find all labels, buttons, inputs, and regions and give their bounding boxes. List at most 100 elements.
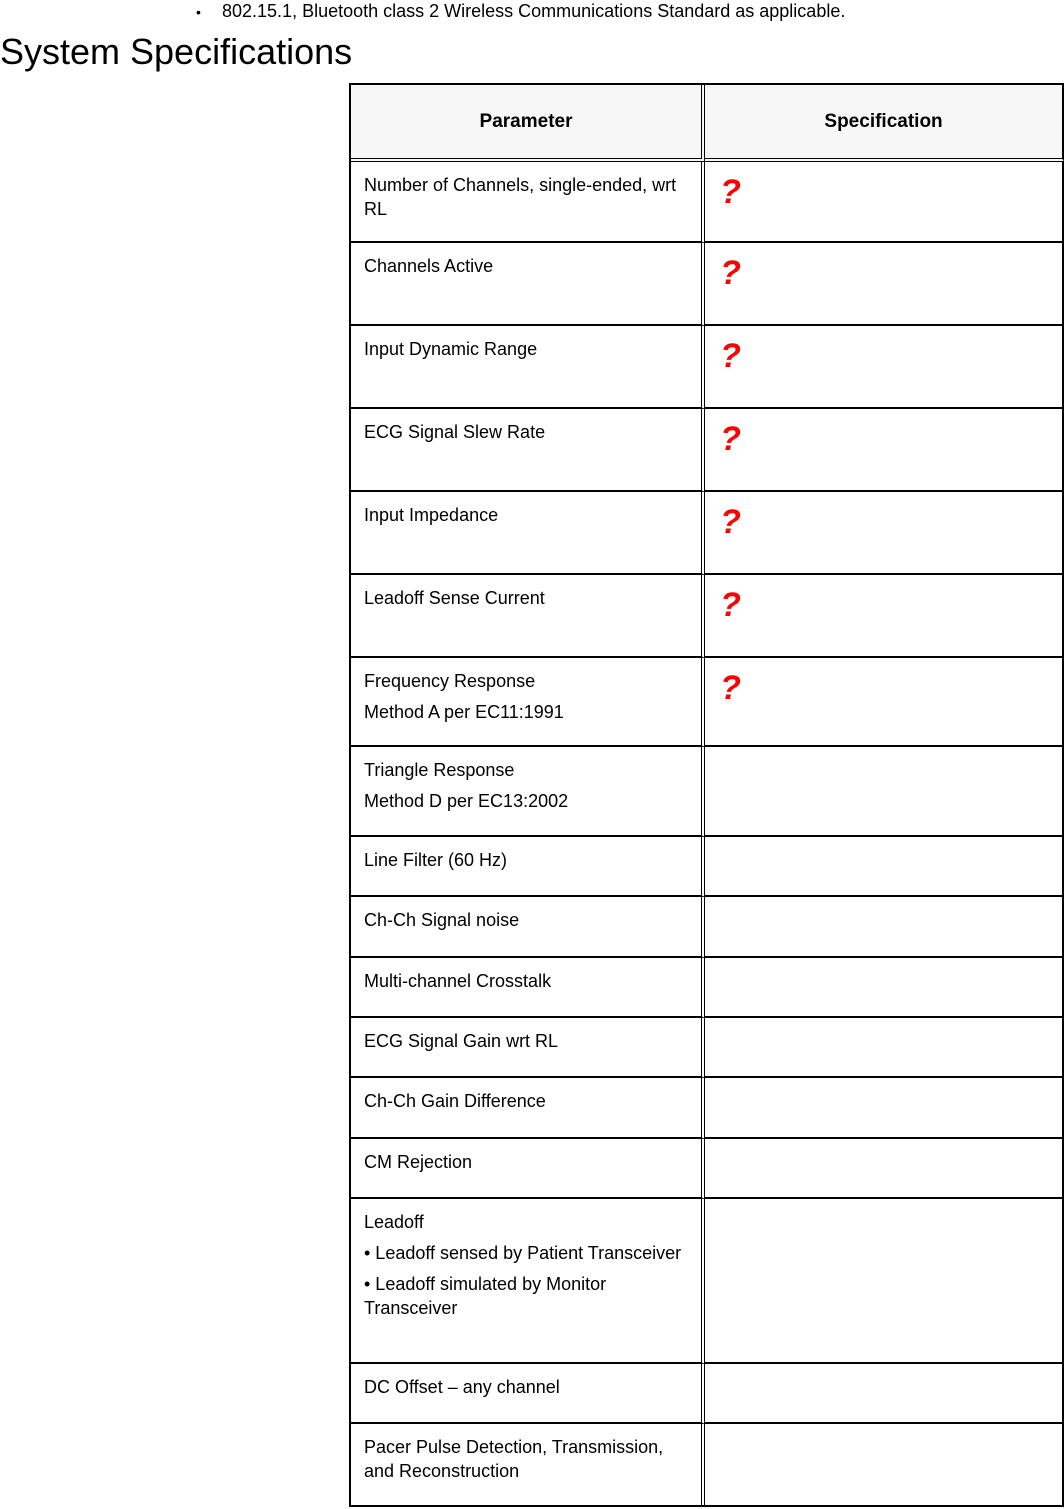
parameter-cell: Frequency Response Method A per EC11:1991: [351, 658, 706, 747]
parameter-name: CM Rejection: [364, 1152, 473, 1172]
parameter-cell: Ch-Ch Signal noise: [351, 897, 706, 958]
parameter-name: Ch-Ch Gain Difference: [364, 1091, 546, 1111]
table-row: Leadoff Sense Current?: [351, 575, 1064, 658]
parameter-cell: Number of Channels, single-ended, wrt RL: [351, 162, 706, 243]
parameter-text: ECG Signal Slew Rate: [351, 409, 701, 444]
parameter-text: ECG Signal Gain wrt RL: [351, 1018, 701, 1053]
table-row: Ch-Ch Gain Difference: [351, 1078, 1064, 1139]
parameter-text: Ch-Ch Signal noise: [351, 897, 701, 932]
parameter-cell: Leadoff Sense Current: [351, 575, 706, 658]
parameter-name: DC Offset – any channel: [364, 1377, 560, 1397]
parameter-text: DC Offset – any channel: [351, 1364, 701, 1399]
parameter-text: Ch-Ch Gain Difference: [351, 1078, 701, 1113]
parameter-name: Triangle Response: [364, 760, 515, 780]
parameter-cell: ECG Signal Gain wrt RL: [351, 1018, 706, 1078]
system-specifications-table: Parameter Specification Number of Channe…: [349, 83, 1064, 1507]
parameter-cell: Input Dynamic Range: [351, 326, 706, 409]
table-header-row: Parameter Specification: [351, 85, 1064, 162]
table-row: Multi-channel Crosstalk: [351, 958, 1064, 1018]
parameter-name: Ch-Ch Signal noise: [364, 910, 520, 930]
table-row: ECG Signal Slew Rate?: [351, 409, 1064, 492]
parameter-name: ECG Signal Slew Rate: [364, 422, 546, 442]
specification-cell: [705, 1424, 1064, 1505]
specification-cell: [705, 1199, 1064, 1364]
table-row: Leadoff • Leadoff sensed by Patient Trans…: [351, 1199, 1064, 1364]
specification-cell: ?: [705, 326, 1064, 409]
parameter-text: Input Dynamic Range: [351, 326, 701, 361]
table-row: DC Offset – any channel: [351, 1364, 1064, 1424]
parameter-name: Line Filter (60 Hz): [364, 850, 508, 870]
parameter-name: Multi-channel Crosstalk: [364, 971, 552, 991]
specification-cell: [705, 1018, 1064, 1078]
parameter-text: Multi-channel Crosstalk: [351, 958, 701, 993]
parameter-cell: CM Rejection: [351, 1139, 706, 1199]
specification-cell: ?: [705, 162, 1064, 243]
parameter-name: ECG Signal Gain wrt RL: [364, 1031, 559, 1051]
parameter-cell: Pacer Pulse Detection, Transmission, and…: [351, 1424, 706, 1505]
table-row: Triangle Response Method D per EC13:2002: [351, 747, 1064, 837]
parameter-cell: Line Filter (60 Hz): [351, 837, 706, 897]
table-row: Input Impedance?: [351, 492, 1064, 575]
parameter-cell: ECG Signal Slew Rate: [351, 409, 706, 492]
specification-cell: [705, 837, 1064, 897]
specification-cell: ?: [705, 409, 1064, 492]
parameter-text: CM Rejection: [351, 1139, 701, 1174]
table-row: Channels Active?: [351, 243, 1064, 326]
parameter-detail: Method D per EC13:2002: [364, 791, 569, 811]
parameter-text: Number of Channels, single-ended, wrt RL: [351, 162, 701, 221]
parameter-text: Leadoff Sense Current: [351, 575, 701, 610]
parameter-text: Triangle Response Method D per EC13:2002: [351, 747, 701, 813]
parameter-cell: Input Impedance: [351, 492, 706, 575]
parameter-name: Number of Channels, single-ended, wrt RL: [364, 175, 677, 219]
specification-cell: ?: [705, 492, 1064, 575]
question-mark-icon: ?: [720, 503, 741, 541]
question-mark-icon: ?: [720, 669, 741, 707]
specification-cell: [705, 958, 1064, 1018]
question-mark-icon: ?: [720, 337, 741, 375]
parameter-name: Leadoff: [364, 1212, 424, 1232]
parameter-cell: Triangle Response Method D per EC13:2002: [351, 747, 706, 837]
specification-cell: ?: [705, 575, 1064, 658]
parameter-text: Leadoff • Leadoff sensed by Patient Trans…: [351, 1199, 701, 1320]
question-mark-icon: ?: [720, 254, 741, 292]
question-mark-icon: ?: [720, 420, 741, 458]
bullet-marker: •: [196, 4, 201, 20]
parameter-text: Frequency Response Method A per EC11:1991: [351, 658, 701, 724]
table-row: Frequency Response Method A per EC11:1991…: [351, 658, 1064, 747]
parameter-cell: DC Offset – any channel: [351, 1364, 706, 1424]
table-row: Pacer Pulse Detection, Transmission, and…: [351, 1424, 1064, 1505]
parameter-text: Line Filter (60 Hz): [351, 837, 701, 872]
page-title: System Specifications: [0, 31, 353, 72]
bullet-text: 802.15.1, Bluetooth class 2 Wireless Com…: [222, 1, 846, 21]
column-header-parameter: Parameter: [351, 85, 706, 162]
table-body: Number of Channels, single-ended, wrt RL…: [351, 162, 1064, 1505]
parameter-name: Leadoff Sense Current: [364, 588, 545, 608]
parameter-name: Input Impedance: [364, 505, 499, 525]
question-mark-icon: ?: [720, 173, 741, 211]
bullet-list-item: • 802.15.1, Bluetooth class 2 Wireless Co…: [196, 0, 845, 22]
parameter-name: Channels Active: [364, 256, 494, 276]
parameter-text: Channels Active: [351, 243, 701, 278]
parameter-cell: Leadoff • Leadoff sensed by Patient Trans…: [351, 1199, 706, 1364]
specification-cell: [705, 1364, 1064, 1424]
table-row: ECG Signal Gain wrt RL: [351, 1018, 1064, 1078]
parameter-text: Pacer Pulse Detection, Transmission, and…: [351, 1424, 701, 1483]
specification-cell: [705, 747, 1064, 837]
table-row: Number of Channels, single-ended, wrt RL…: [351, 162, 1064, 243]
parameter-cell: Ch-Ch Gain Difference: [351, 1078, 706, 1139]
parameter-cell: Channels Active: [351, 243, 706, 326]
parameter-name: Input Dynamic Range: [364, 339, 538, 359]
parameter-detail: Method A per EC11:1991: [364, 702, 564, 722]
parameter-name: Pacer Pulse Detection, Transmission, and…: [364, 1437, 664, 1481]
specification-cell: [705, 1078, 1064, 1139]
table-row: CM Rejection: [351, 1139, 1064, 1199]
specification-cell: ?: [705, 243, 1064, 326]
parameter-name: Frequency Response: [364, 671, 536, 691]
specification-cell: [705, 897, 1064, 958]
question-mark-icon: ?: [720, 586, 741, 624]
specification-cell: [705, 1139, 1064, 1199]
parameter-cell: Multi-channel Crosstalk: [351, 958, 706, 1018]
parameter-detail: • Leadoff sensed by Patient Transceiver: [364, 1243, 682, 1263]
table-row: Input Dynamic Range?: [351, 326, 1064, 409]
table-row: Ch-Ch Signal noise: [351, 897, 1064, 958]
